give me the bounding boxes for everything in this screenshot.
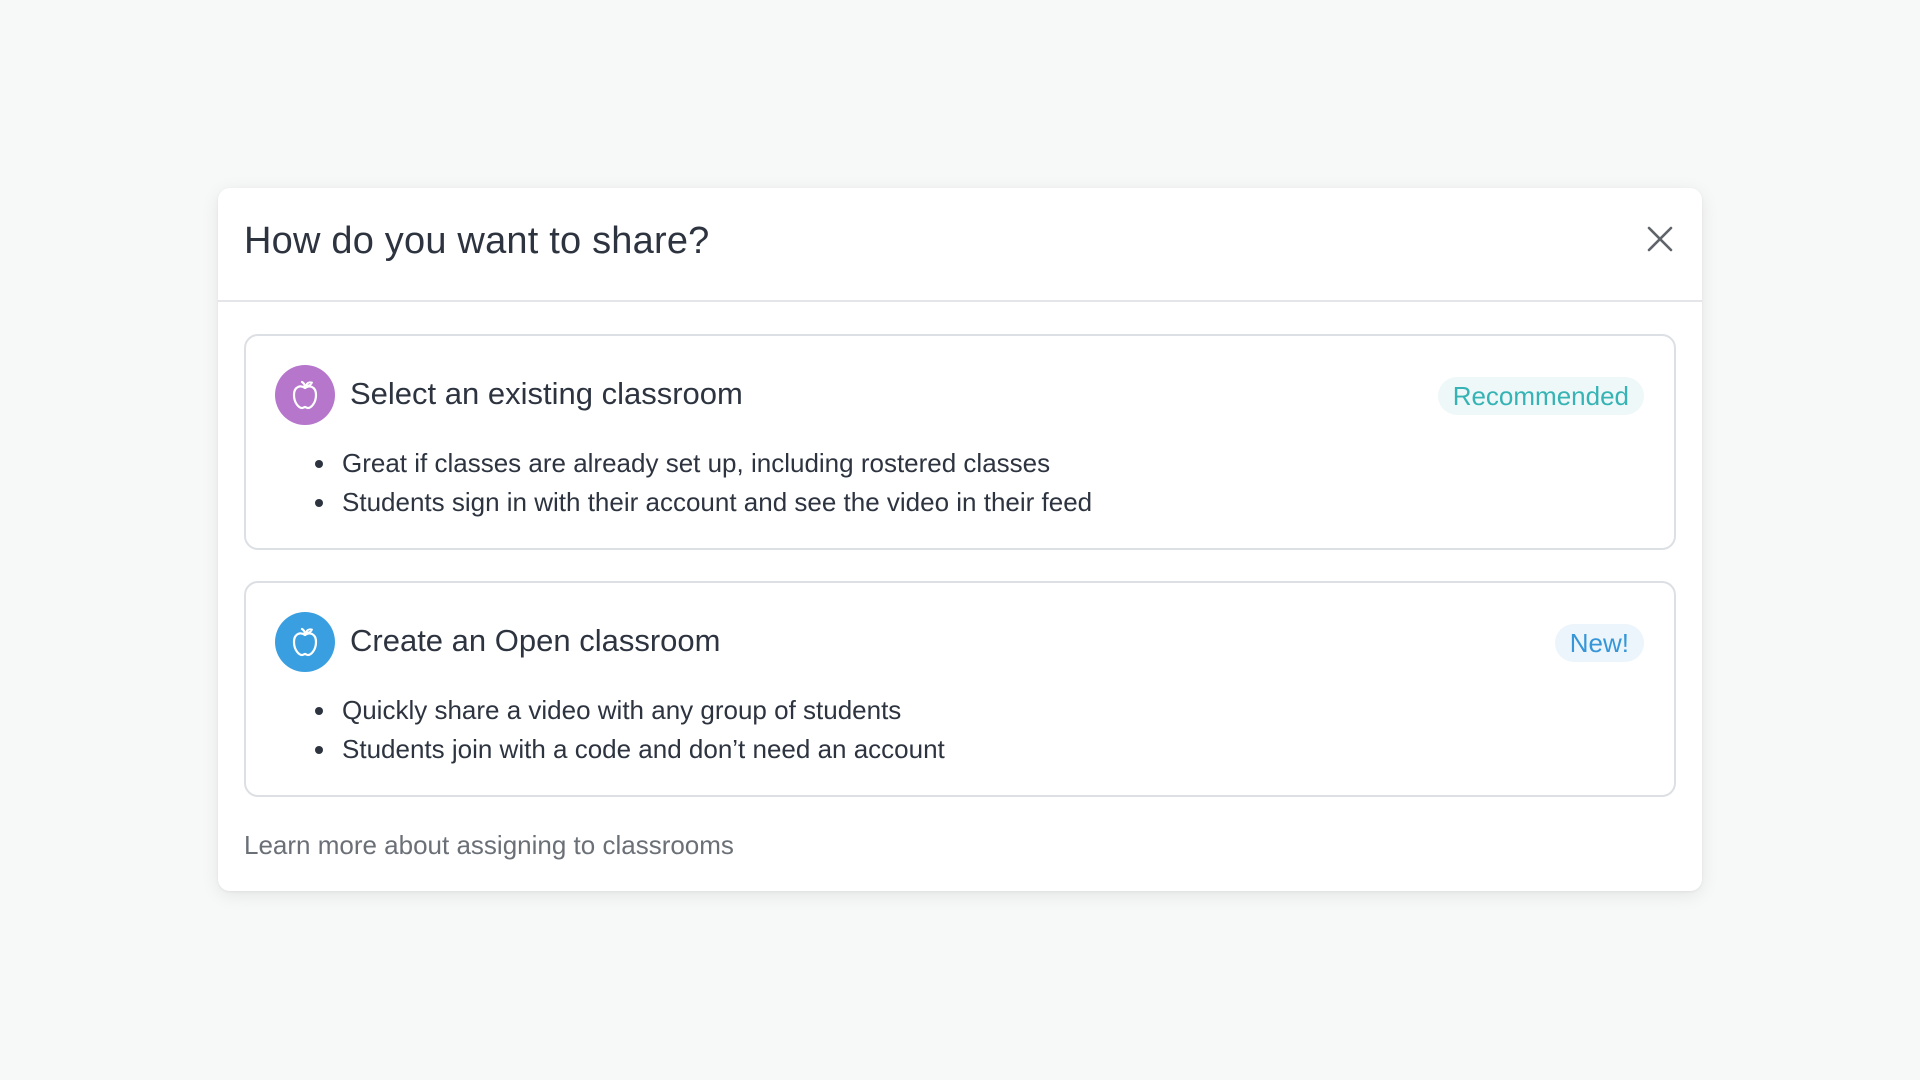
recommended-badge: Recommended [1437, 377, 1644, 415]
list-item: Great if classes are already set up, inc… [338, 444, 1092, 483]
learn-more-link[interactable]: Learn more about assigning to classrooms [244, 830, 734, 861]
close-icon [1646, 225, 1674, 256]
apple-icon [275, 612, 335, 672]
option-title: Create an Open classroom [350, 623, 721, 658]
modal-header: How do you want to share? [218, 188, 1702, 302]
list-item: Quickly share a video with any group of … [338, 691, 945, 730]
option-bullet-list: Quickly share a video with any group of … [305, 691, 945, 769]
option-open-classroom[interactable]: Create an Open classroom New! Quickly sh… [244, 581, 1676, 797]
close-button[interactable] [1640, 220, 1680, 260]
new-badge: New! [1554, 624, 1644, 662]
apple-icon [275, 365, 335, 425]
option-title: Select an existing classroom [350, 376, 743, 411]
list-item: Students join with a code and don’t need… [338, 730, 945, 769]
share-modal: How do you want to share? Select an exis… [218, 188, 1702, 891]
list-item: Students sign in with their account and … [338, 483, 1092, 522]
modal-title: How do you want to share? [244, 220, 710, 262]
option-existing-classroom[interactable]: Select an existing classroom Recommended… [244, 334, 1676, 550]
option-bullet-list: Great if classes are already set up, inc… [305, 444, 1092, 522]
